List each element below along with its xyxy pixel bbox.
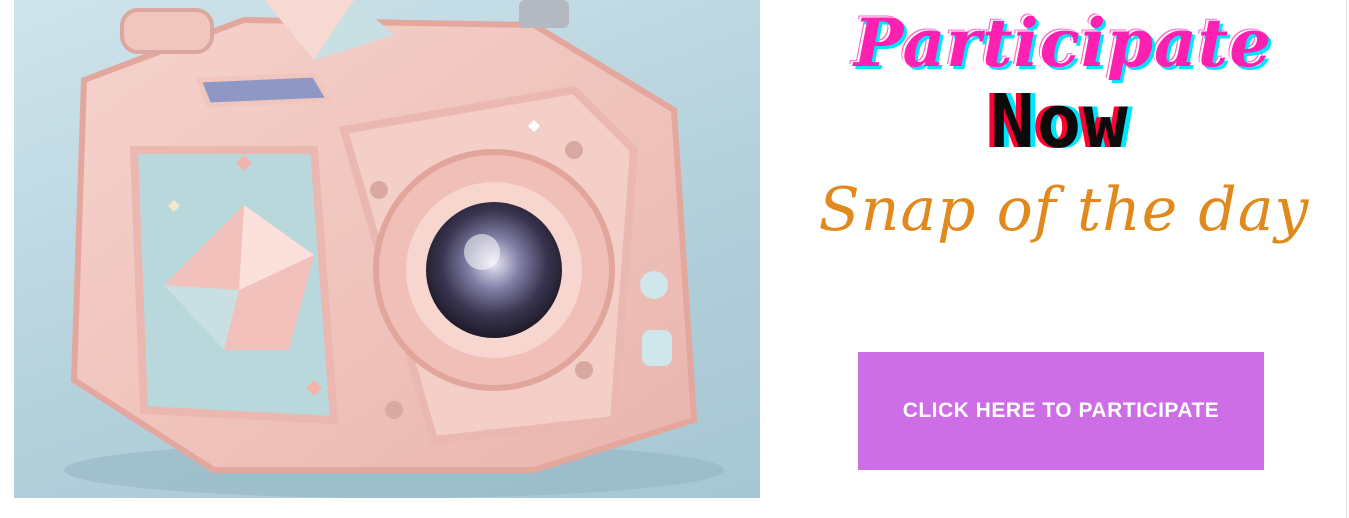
hero-heading-now: Now xyxy=(990,79,1130,165)
hero-heading-participate: Participate xyxy=(853,4,1273,82)
participate-button[interactable]: CLICK HERE TO PARTICIPATE xyxy=(858,352,1264,470)
hero-subheading: Snap of the day xyxy=(818,175,1310,245)
camera-illustration-image xyxy=(14,0,760,498)
page-edge-divider xyxy=(1346,0,1347,518)
